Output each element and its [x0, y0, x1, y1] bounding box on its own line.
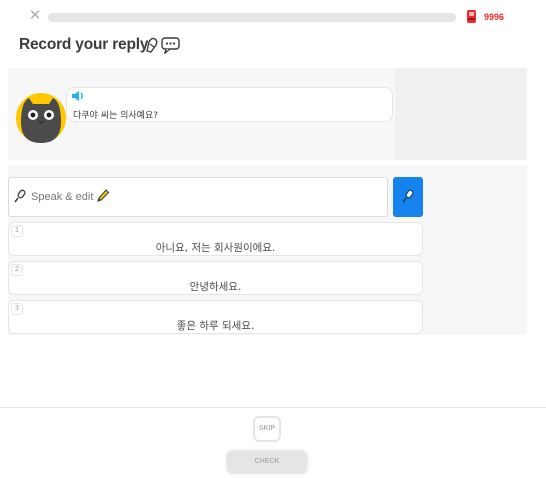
gem-count: 9996	[484, 12, 505, 22]
gem-icon	[467, 10, 476, 23]
skip-button[interactable]: SKIP	[253, 416, 281, 442]
chat-icon	[161, 37, 180, 54]
microphone-icon	[402, 189, 414, 203]
lesson-progress-bar	[48, 13, 456, 22]
prompt-panel-side	[395, 68, 527, 160]
check-button[interactable]: CHECK	[225, 449, 309, 475]
speak-edit-label: Speak & edit	[31, 191, 94, 203]
choice-text: 좋은 하루 되세요.	[176, 320, 255, 332]
record-button[interactable]	[393, 177, 423, 217]
pencil-icon	[146, 37, 158, 53]
choice-number: 2	[11, 264, 23, 276]
microphone-icon	[14, 189, 26, 203]
choice-option-3[interactable]: 3 좋은 하루 되세요.	[8, 300, 423, 334]
choice-option-2[interactable]: 2 안녕하세요.	[8, 261, 423, 295]
progress-fill	[48, 13, 456, 22]
footer-divider	[0, 407, 546, 408]
choice-text: 안녕하세요.	[189, 281, 242, 293]
pencil-icon	[97, 189, 110, 202]
character-avatar	[16, 93, 66, 143]
close-icon[interactable]: ✕	[28, 8, 42, 23]
choice-number: 1	[11, 225, 23, 237]
choice-option-1[interactable]: 1 아니요, 저는 회사원이에요.	[8, 222, 423, 256]
page-title: Record your reply	[19, 36, 149, 53]
choice-number: 3	[11, 303, 23, 315]
prompt-text: 다쿠야 씨는 의사예요?	[73, 111, 159, 121]
choice-text: 아니요, 저는 회사원이에요.	[155, 242, 276, 254]
speaker-icon[interactable]	[71, 90, 85, 102]
